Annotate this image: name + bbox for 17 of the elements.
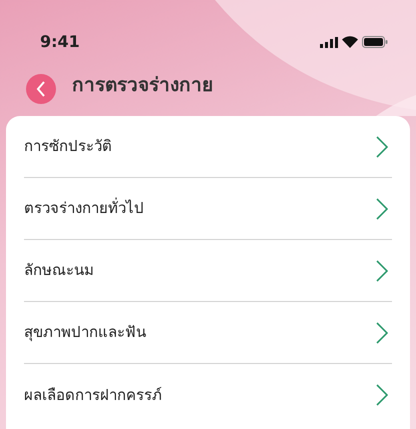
menu-item[interactable]: ผลเลือดการฝากครรภ์ — [24, 364, 392, 426]
signal-icon — [320, 36, 338, 48]
menu-item[interactable]: การซักประวัติ — [24, 116, 392, 178]
back-icon — [35, 81, 47, 97]
chevron-right-icon — [376, 198, 388, 220]
menu-item[interactable]: ลักษณะนม — [24, 240, 392, 302]
battery-icon — [362, 36, 388, 48]
chevron-right-icon — [376, 136, 388, 158]
chevron-right-icon — [376, 384, 388, 406]
menu-item[interactable]: สุขภาพปากและฟัน — [24, 302, 392, 364]
wifi-icon — [342, 36, 358, 48]
chevron-right-icon — [376, 322, 388, 344]
chevron-right-icon — [376, 260, 388, 282]
menu-item[interactable]: ตรวจร่างกายทั่วไป — [24, 178, 392, 240]
status-time: 9:41 — [40, 31, 80, 53]
page-title: การตรวจร่างกาย — [72, 74, 213, 97]
back-button[interactable] — [26, 74, 56, 104]
